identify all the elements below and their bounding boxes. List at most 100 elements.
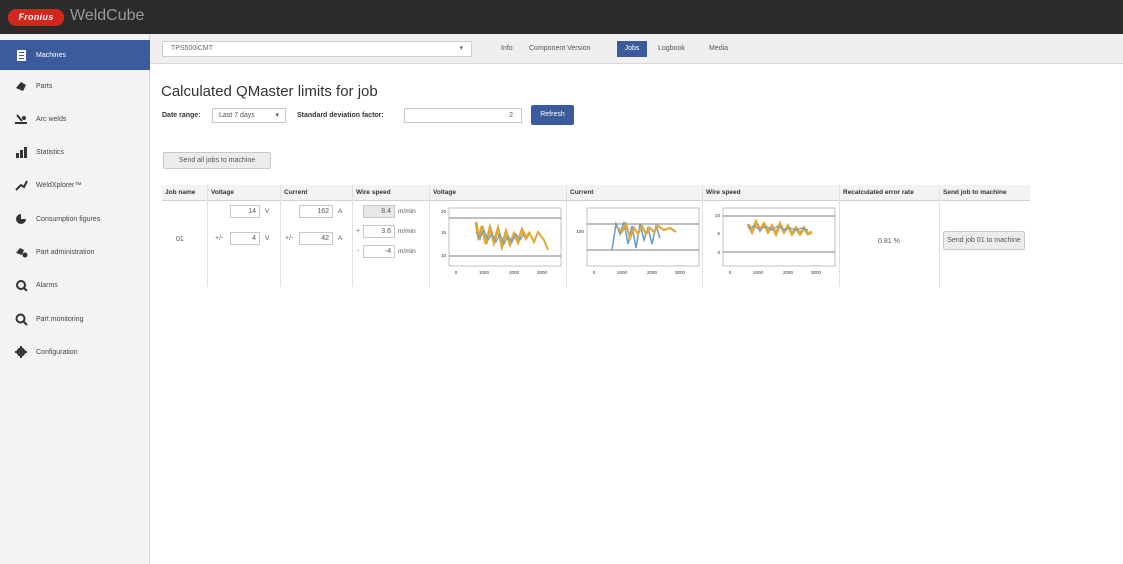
x-tick-label: 3000: [675, 270, 686, 275]
sidebar-item-alarms[interactable]: Alarms: [0, 270, 150, 300]
column-header: Voltage: [433, 189, 456, 196]
sidebar-item-part-admin[interactable]: Part administration: [0, 237, 150, 267]
x-tick-label: 2000: [783, 270, 794, 275]
wire-speed-unit: m/min: [398, 208, 416, 215]
chevron-down-icon: ▾: [459, 45, 463, 52]
part-icon: [14, 79, 28, 93]
current-chart: 150 0 1000 2000 3000: [576, 207, 700, 275]
send-all-jobs-button[interactable]: Send all jobs to machine: [163, 152, 271, 169]
wire-speed-minus-input[interactable]: -4: [363, 245, 395, 258]
sidebar-item-label: Arc welds: [36, 115, 67, 123]
brand-logo[interactable]: Fronius: [8, 9, 64, 26]
tab-component-version[interactable]: Component Version: [523, 41, 596, 57]
voltage-chart: 20 15 10 0 1000 2000 3000: [441, 207, 562, 275]
voltage-tolerance-unit: V: [265, 235, 270, 242]
current-tolerance-unit: A: [338, 235, 343, 242]
machine-header: TPS500iCMT ▾ Info Component Version Jobs…: [150, 34, 1123, 64]
sidebar-item-label: Statistics: [36, 148, 65, 156]
current-tolerance-input[interactable]: 42: [299, 232, 333, 245]
y-tick-label: 10: [715, 213, 721, 218]
column-header: Recalculated error rate: [843, 189, 914, 196]
sidebar-item-label: WeldXplorer™: [36, 181, 82, 189]
part-admin-icon: [14, 245, 28, 259]
statistics-icon: [14, 145, 28, 159]
column-header: Current: [570, 189, 594, 196]
wire-speed-minus-unit: m/min: [398, 248, 416, 255]
date-range-label: Date range:: [162, 112, 201, 119]
x-tick-label: 0: [729, 270, 732, 275]
voltage-unit: V: [265, 208, 270, 215]
arc-weld-icon: [14, 112, 28, 126]
x-tick-label: 1000: [479, 270, 490, 275]
sidebar-item-label: Machines: [36, 51, 66, 59]
x-tick-label: 0: [455, 270, 458, 275]
column-divider: [939, 185, 940, 287]
std-dev-input[interactable]: 2: [404, 108, 522, 123]
sidebar-item-weldxplorer[interactable]: WeldXplorer™: [0, 170, 150, 200]
send-job-button[interactable]: Send job 01 to machine: [943, 231, 1025, 250]
monitor-icon: [14, 312, 28, 326]
voltage-value-input[interactable]: 14: [230, 205, 260, 218]
list-icon: [14, 48, 28, 62]
pie-icon: [14, 212, 28, 226]
sidebar-item-label: Alarms: [36, 281, 58, 289]
x-tick-label: 2000: [647, 270, 658, 275]
column-divider: [566, 185, 567, 287]
voltage-tolerance-input[interactable]: 4: [230, 232, 260, 245]
date-range-value: Last 7 days: [219, 112, 255, 119]
column-header: Wire speed: [356, 189, 391, 196]
sidebar-item-arc-welds[interactable]: Arc welds: [0, 104, 150, 134]
current-value-input[interactable]: 162: [299, 205, 333, 218]
x-tick-label: 3000: [537, 270, 548, 275]
refresh-button[interactable]: Refresh: [531, 105, 574, 125]
top-bar: Fronius WeldCube: [0, 0, 1123, 34]
y-tick-label: 10: [441, 253, 447, 258]
wire-speed-plus-op: +: [356, 228, 361, 235]
sidebar-item-label: Consumption figures: [36, 215, 101, 223]
column-divider: [352, 185, 353, 287]
x-tick-label: 2000: [509, 270, 520, 275]
column-divider: [207, 185, 208, 287]
tab-info[interactable]: Info: [495, 41, 519, 57]
wire-speed-value-input[interactable]: 8.4: [363, 205, 395, 218]
column-header: Wire speed: [706, 189, 741, 196]
wire-speed-chart: 10 5 0 0 1000 2000 3000: [715, 207, 836, 275]
machine-select[interactable]: TPS500iCMT ▾: [162, 41, 472, 57]
column-divider: [429, 185, 430, 287]
y-tick-label: 150: [576, 229, 584, 234]
y-tick-label: 0: [717, 250, 720, 255]
current-unit: A: [338, 208, 343, 215]
page-title: Calculated QMaster limits for job: [161, 83, 378, 100]
column-divider: [702, 185, 703, 287]
column-header: Job name: [165, 189, 196, 196]
x-tick-label: 3000: [811, 270, 822, 275]
sidebar-item-consumption[interactable]: Consumption figures: [0, 204, 150, 234]
sidebar-item-machines[interactable]: Machines: [0, 40, 150, 70]
sidebar-item-statistics[interactable]: Statistics: [0, 137, 150, 167]
wire-speed-minus-op: -: [357, 248, 360, 255]
sidebar-item-label: Part administration: [36, 248, 95, 256]
sidebar-item-part-monitoring[interactable]: Part monitoring: [0, 304, 150, 334]
sidebar-item-label: Configuration: [36, 348, 78, 356]
y-tick-label: 20: [441, 209, 447, 214]
tab-jobs[interactable]: Jobs: [617, 41, 647, 57]
gear-icon: [14, 345, 28, 359]
x-tick-label: 1000: [753, 270, 764, 275]
y-tick-label: 5: [717, 231, 720, 236]
column-divider: [839, 185, 840, 287]
sidebar-item-configuration[interactable]: Configuration: [0, 337, 150, 367]
current-tolerance-op: +/-: [285, 235, 294, 242]
sidebar-item-label: Part monitoring: [36, 315, 84, 323]
chevron-down-icon: ▾: [275, 112, 279, 119]
tab-logbook[interactable]: Logbook: [652, 41, 691, 57]
sidebar-item-parts[interactable]: Parts: [0, 71, 150, 101]
tab-media[interactable]: Media: [703, 41, 734, 57]
y-tick-label: 15: [441, 230, 447, 235]
chart-frame: [722, 207, 836, 267]
wire-speed-plus-input[interactable]: 3.6: [363, 225, 395, 238]
date-range-select[interactable]: Last 7 days ▾: [212, 108, 286, 123]
alarm-icon: [14, 278, 28, 292]
sidebar: Machines Parts Arc welds Statistics Weld…: [0, 34, 150, 564]
machine-select-value: TPS500iCMT: [171, 45, 214, 52]
sidebar-item-label: Parts: [36, 82, 53, 90]
